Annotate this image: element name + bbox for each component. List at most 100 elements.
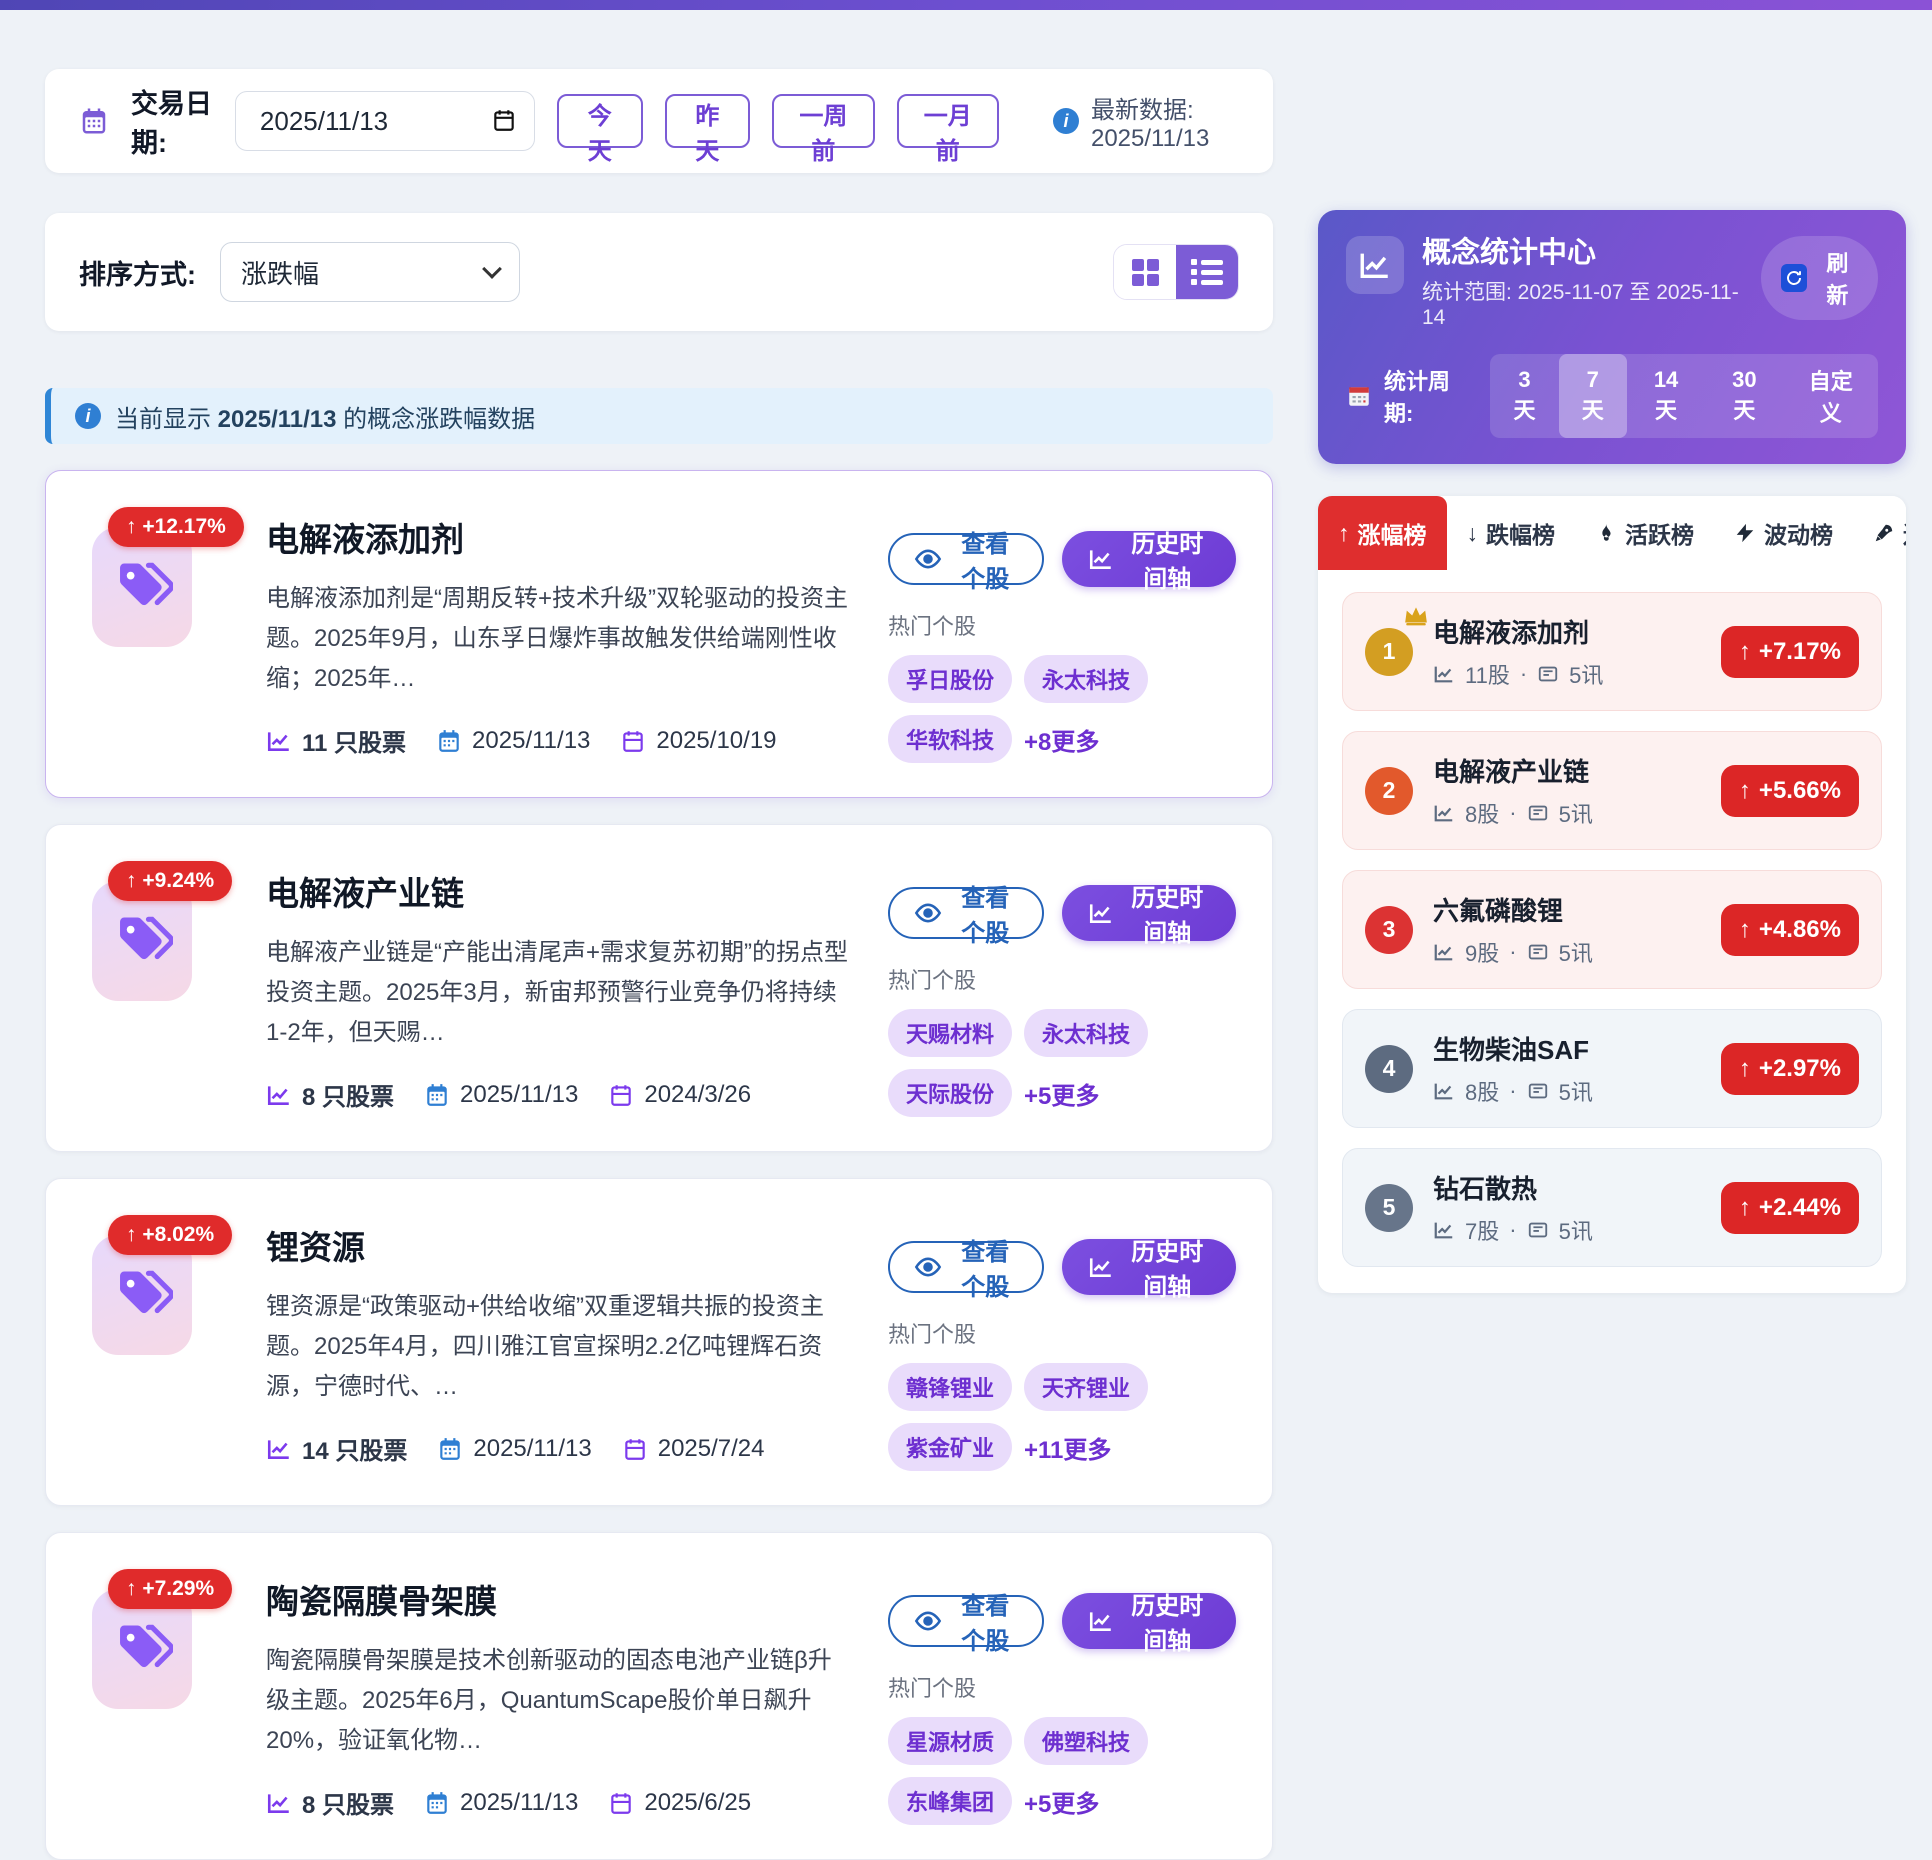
quick-date-today-button[interactable]: 今天	[557, 94, 643, 148]
rank-number-badge: 5	[1365, 1184, 1413, 1232]
chart-line-icon	[1346, 236, 1404, 294]
update-date: 2025/11/13	[472, 727, 590, 755]
history-timeline-button[interactable]: 历史时间轴	[1062, 1593, 1236, 1649]
date-picker-icon[interactable]	[491, 107, 517, 133]
quick-date-month-ago-button[interactable]: 一月前	[897, 94, 999, 148]
grid-view-button[interactable]	[1114, 245, 1176, 299]
arrow-up-icon: ↑	[126, 515, 137, 538]
view-stocks-button[interactable]: 查看个股	[888, 533, 1044, 585]
more-stocks-link[interactable]: +8更多	[1024, 722, 1099, 757]
stats-header: 概念统计中心 统计范围: 2025-11-07 至 2025-11-14 刷新 …	[1318, 210, 1906, 464]
period-7d-button[interactable]: 7天	[1559, 354, 1627, 438]
change-badge: ↑ +9.24%	[108, 861, 232, 901]
more-stocks-link[interactable]: +5更多	[1024, 1784, 1099, 1819]
period-3d-button[interactable]: 3天	[1490, 354, 1558, 438]
rank-item[interactable]: 1 电解液添加剂 11股· 5讯 ↑+7.17%	[1342, 592, 1882, 711]
sort-label: 排序方式:	[79, 253, 196, 292]
tab-streak[interactable]: 连涨榜	[1853, 496, 1906, 570]
arrow-up-icon: ↑	[1338, 520, 1350, 547]
lightning-tab[interactable]: 波动榜	[1714, 496, 1853, 570]
rank-stock-count: 9股	[1465, 936, 1499, 968]
create-date: 2024/3/26	[644, 1081, 751, 1109]
news-icon	[1537, 663, 1559, 685]
concept-stats-panel: 概念统计中心 统计范围: 2025-11-07 至 2025-11-14 刷新 …	[1318, 210, 1906, 1293]
rank-item[interactable]: 3 六氟磷酸锂 9股· 5讯 ↑+4.86%	[1342, 870, 1882, 989]
stock-count: 8 只股票	[302, 1077, 394, 1112]
calendar-blue-icon	[424, 1082, 450, 1108]
view-stocks-button[interactable]: 查看个股	[888, 1241, 1044, 1293]
rank-change-badge: ↑+7.17%	[1721, 626, 1859, 678]
chevron-down-icon	[482, 259, 502, 279]
latest-data-status: i 最新数据: 2025/11/13	[1053, 90, 1239, 153]
concept-card: ↑ +7.29% 陶瓷隔膜骨架膜 陶瓷隔膜骨架膜是技术创新驱动的固态电池产业链β…	[45, 1532, 1273, 1860]
calendar-small-icon	[1346, 383, 1372, 409]
concept-description: 锂资源是“政策驱动+供给收缩”双重逻辑共振的投资主题。2025年4月，四川雅江官…	[266, 1287, 854, 1407]
view-stocks-button[interactable]: 查看个股	[888, 1595, 1044, 1647]
rank-item[interactable]: 4 生物柴油SAF 8股· 5讯 ↑+2.97%	[1342, 1009, 1882, 1128]
chart-line-icon	[266, 1082, 292, 1108]
stock-chip[interactable]: 东峰集团	[888, 1777, 1012, 1825]
tab-gainers[interactable]: ↑涨幅榜	[1318, 496, 1447, 570]
stock-chip[interactable]: 永太科技	[1024, 1009, 1148, 1057]
list-view-button[interactable]	[1176, 245, 1238, 299]
concept-card: ↑ +12.17% 电解液添加剂 电解液添加剂是“周期反转+技术升级”双轮驱动的…	[45, 470, 1273, 798]
stock-chip[interactable]: 华软科技	[888, 715, 1012, 763]
trade-date-input[interactable]	[235, 91, 535, 151]
calendar-outline-icon	[608, 1790, 634, 1816]
stock-chip[interactable]: 天齐锂业	[1024, 1363, 1148, 1411]
tab-losers[interactable]: ↓跌幅榜	[1447, 496, 1576, 570]
period-30d-button[interactable]: 30天	[1705, 354, 1783, 438]
stock-chip[interactable]: 天际股份	[888, 1069, 1012, 1117]
rank-change-badge: ↑+2.97%	[1721, 1043, 1859, 1095]
lightning-icon	[1734, 522, 1756, 544]
hot-stocks-label: 热门个股	[888, 963, 1236, 995]
rank-item[interactable]: 2 电解液产业链 8股· 5讯 ↑+5.66%	[1342, 731, 1882, 850]
sort-toolbar: 排序方式: 涨跌幅	[45, 213, 1273, 331]
info-icon: i	[75, 403, 101, 429]
history-timeline-button[interactable]: 历史时间轴	[1062, 885, 1236, 941]
flame-icon	[1595, 522, 1617, 544]
rank-change-badge: ↑+4.86%	[1721, 904, 1859, 956]
rank-stock-count: 7股	[1465, 1214, 1499, 1246]
calendar-outline-icon	[608, 1082, 634, 1108]
change-badge: ↑ +8.02%	[108, 1215, 232, 1255]
period-custom-button[interactable]: 自定义	[1784, 354, 1878, 438]
chart-line-icon	[266, 728, 292, 754]
quick-date-week-ago-button[interactable]: 一周前	[772, 94, 874, 148]
create-date: 2025/7/24	[658, 1435, 765, 1463]
current-view-banner: i 当前显示 2025/11/13 的概念涨跌幅数据	[45, 388, 1273, 444]
period-14d-button[interactable]: 14天	[1627, 354, 1705, 438]
main-column: 交易日期: 今天 昨天 一周前 一月前 i 最新数据: 2025/11/13 排…	[45, 10, 1273, 1860]
stock-chip[interactable]: 星源材质	[888, 1717, 1012, 1765]
period-segments: 3天 7天 14天 30天 自定义	[1490, 354, 1878, 438]
view-stocks-button[interactable]: 查看个股	[888, 887, 1044, 939]
history-timeline-button[interactable]: 历史时间轴	[1062, 1239, 1236, 1295]
calendar-outline-icon	[620, 728, 646, 754]
rank-change-badge: ↑+5.66%	[1721, 765, 1859, 817]
view-mode-toggle	[1113, 244, 1239, 300]
sort-select[interactable]: 涨跌幅	[220, 242, 520, 302]
quick-date-yesterday-button[interactable]: 昨天	[665, 94, 751, 148]
calendar-blue-icon	[436, 728, 462, 754]
grid-icon	[1132, 259, 1158, 285]
news-icon	[1527, 941, 1549, 963]
stock-chip[interactable]: 孚日股份	[888, 655, 1012, 703]
chart-line-icon	[1433, 1080, 1455, 1102]
rank-news-count: 5讯	[1569, 658, 1603, 690]
calendar-blue-icon	[437, 1436, 463, 1462]
tab-active[interactable]: 活跃榜	[1575, 496, 1714, 570]
concept-card: ↑ +8.02% 锂资源 锂资源是“政策驱动+供给收缩”双重逻辑共振的投资主题。…	[45, 1178, 1273, 1506]
refresh-button[interactable]: 刷新	[1761, 236, 1878, 320]
stock-chip[interactable]: 赣锋锂业	[888, 1363, 1012, 1411]
stock-chip[interactable]: 佛塑科技	[1024, 1717, 1148, 1765]
update-date: 2025/11/13	[460, 1081, 578, 1109]
stock-chip[interactable]: 永太科技	[1024, 655, 1148, 703]
more-stocks-link[interactable]: +11更多	[1024, 1430, 1111, 1465]
more-stocks-link[interactable]: +5更多	[1024, 1076, 1099, 1111]
rank-item[interactable]: 5 钻石散热 7股· 5讯 ↑+2.44%	[1342, 1148, 1882, 1267]
create-date: 2025/10/19	[656, 727, 776, 755]
stock-chip[interactable]: 天赐材料	[888, 1009, 1012, 1057]
arrow-up-icon: ↑	[1739, 1055, 1751, 1083]
history-timeline-button[interactable]: 历史时间轴	[1062, 531, 1236, 587]
stock-chip[interactable]: 紫金矿业	[888, 1423, 1012, 1471]
